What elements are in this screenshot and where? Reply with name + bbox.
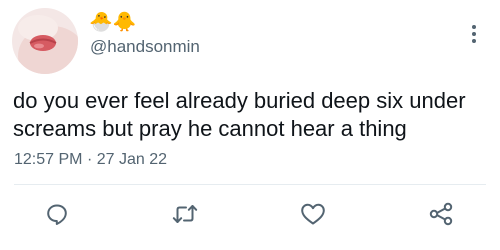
display-name[interactable]: 🐣🐥 — [89, 9, 136, 35]
divider — [14, 184, 486, 185]
tweet-timestamp[interactable]: 12:57 PM · 27 Jan 22 — [14, 150, 167, 170]
reply-button[interactable] — [41, 198, 73, 230]
retweet-button[interactable] — [169, 198, 201, 230]
retweet-icon — [172, 205, 198, 223]
tweet-time: 12:57 PM — [14, 151, 83, 168]
action-bar — [0, 194, 500, 234]
tweet-card: 🐣🐥 @handsonmin do you ever feel already … — [0, 0, 500, 250]
tweet-date: 27 Jan 22 — [96, 151, 167, 168]
user-handle[interactable]: @handsonmin — [90, 36, 200, 58]
avatar[interactable] — [12, 8, 78, 74]
like-button[interactable] — [297, 198, 329, 230]
tweet-text: do you ever feel already buried deep six… — [13, 88, 466, 141]
share-icon — [429, 202, 453, 226]
more-vertical-icon — [472, 25, 476, 43]
reply-icon — [47, 204, 67, 225]
like-icon — [301, 203, 325, 225]
share-button[interactable] — [425, 198, 457, 230]
more-options-button[interactable] — [462, 14, 486, 54]
meta-separator: · — [86, 151, 93, 168]
avatar-image — [12, 8, 78, 74]
